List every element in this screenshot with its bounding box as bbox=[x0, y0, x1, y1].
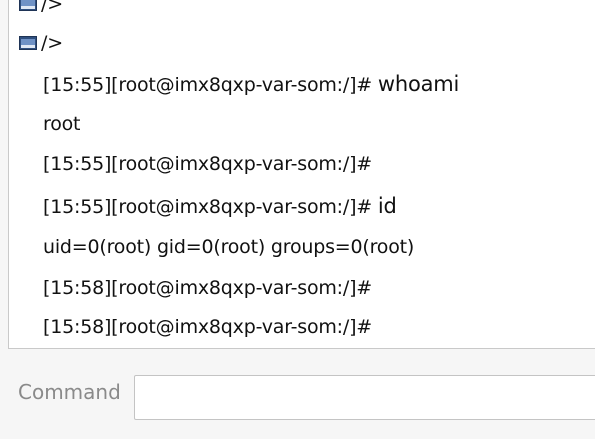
prompt-text: [15:55][root@imx8qxp-var-som:/]# bbox=[43, 196, 378, 218]
output-text: uid=0(root) gid=0(root) groups=0(root) bbox=[43, 236, 415, 258]
output-text: root bbox=[43, 113, 81, 135]
tree-row: /> bbox=[9, 0, 63, 16]
terminal-line: [15:55][root@imx8qxp-var-som:/]# whoami bbox=[43, 72, 459, 97]
tree-row-label: /> bbox=[41, 0, 63, 15]
prompt-text: [15:58][root@imx8qxp-var-som:/]# bbox=[43, 316, 373, 338]
folder-icon bbox=[19, 0, 37, 11]
terminal-line: [15:58][root@imx8qxp-var-som:/]# bbox=[43, 276, 372, 300]
command-text: id bbox=[377, 194, 397, 218]
prompt-text: [15:55][root@imx8qxp-var-som:/]# bbox=[43, 153, 373, 175]
tree-row-label: /> bbox=[41, 32, 63, 54]
prompt-text: [15:58][root@imx8qxp-var-som:/]# bbox=[43, 277, 373, 299]
terminal-line: root bbox=[43, 112, 80, 136]
terminal-line: [15:58][root@imx8qxp-var-som:/]# bbox=[43, 315, 372, 339]
terminal-window: /> /> [15:55][root@imx8qxp-var-som:/]# w… bbox=[0, 0, 595, 439]
terminal-line: [15:55][root@imx8qxp-var-som:/]# id bbox=[43, 194, 397, 219]
folder-icon bbox=[19, 36, 37, 50]
prompt-text: [15:55][root@imx8qxp-var-som:/]# bbox=[43, 74, 378, 96]
command-text: whoami bbox=[377, 72, 460, 96]
terminal-output[interactable]: /> /> [15:55][root@imx8qxp-var-som:/]# w… bbox=[8, 0, 595, 349]
terminal-line: [15:55][root@imx8qxp-var-som:/]# bbox=[43, 152, 372, 176]
terminal-line: uid=0(root) gid=0(root) groups=0(root) bbox=[43, 235, 414, 259]
tree-row: /> bbox=[9, 31, 63, 55]
command-input[interactable] bbox=[134, 375, 595, 420]
command-label: Command bbox=[18, 380, 121, 404]
